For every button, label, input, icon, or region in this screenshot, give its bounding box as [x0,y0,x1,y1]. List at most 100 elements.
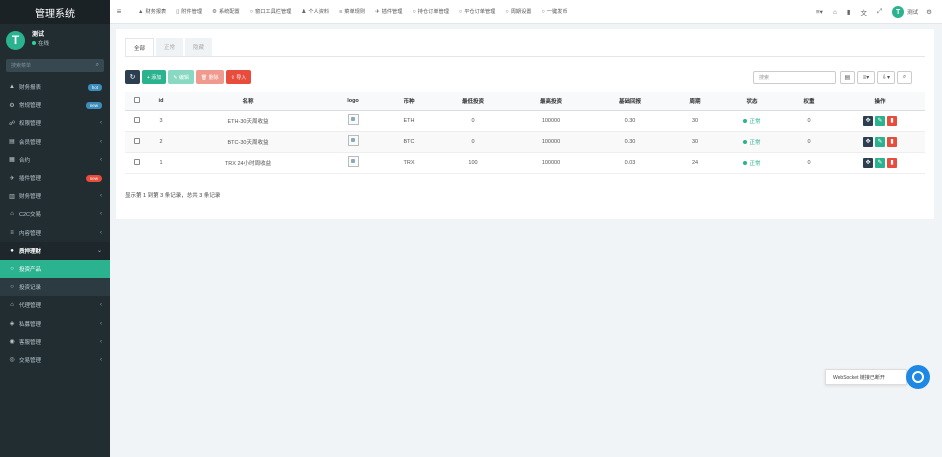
export-button[interactable]: ⇩▾ [877,71,895,84]
table-row[interactable]: 2 BTC-30天周收益 BTC 0 100000 0.30 30 正常 0 ✥… [125,131,925,153]
nav-profile[interactable]: ♟ 个人资料 [301,8,329,16]
search-input[interactable]: 搜索 [753,71,836,84]
sidebar-item-content[interactable]: ≡ 内容管理 ‹ [0,224,110,242]
nav-window-toolbar[interactable]: ○ 窗口工具栏管理 [250,8,292,16]
sidebar-item-general[interactable]: ⚙ 常规管理 new [0,96,110,114]
cell-base-rate: 0.03 [591,152,669,174]
menu-toggle-icon[interactable]: ≡ [110,7,128,16]
sidebar-item-invest-records[interactable]: ○ 投资记录 [0,278,110,297]
sidebar-item-invest-products[interactable]: ○ 投资产品 [0,259,110,279]
sidebar-item-permission[interactable]: ☍ 权限管理 ‹ [0,114,110,132]
col-max-invest[interactable]: 最高投资 [511,92,591,111]
cell-period: 24 [669,152,721,174]
eye-icon: ◎ [9,357,15,364]
select-all-checkbox[interactable] [125,92,149,111]
chevron-left-icon: ‹ [100,138,102,145]
fullscreen-icon[interactable]: ⤢ [877,8,882,16]
translate-icon[interactable]: 文 [860,7,867,17]
nav-period-settings[interactable]: ○ 周期设置 [505,8,531,16]
col-status[interactable]: 状态 [721,92,783,111]
search-icon[interactable]: ⌕ [96,62,99,69]
sidebar-item-label: C2C交易 [19,212,42,219]
sidebar-item-staking[interactable]: ● 质押理财 ⌄ [0,241,110,260]
edit-button[interactable]: ✎ 编辑 [168,70,194,84]
col-min-invest[interactable]: 最低投资 [435,92,511,111]
nav-finance-report[interactable]: ▲ 财务报表 [138,8,166,16]
add-button[interactable]: + 添加 [142,70,167,84]
edit-row-button[interactable]: ✎ [875,157,885,168]
sidebar-item-private[interactable]: ◈ 私募管理 ‹ [0,314,110,332]
sidebar-item-finance-report[interactable]: ▲ 财务报表 hot [0,78,110,96]
file-text-icon: ≡ [10,229,14,236]
col-name[interactable]: 名称 [173,92,323,111]
delete-button[interactable]: 🗑 删除 [195,70,224,84]
sidebar-search-input[interactable]: 搜索菜单 ⌕ [6,59,104,72]
columns-button[interactable]: ≡▾ [857,71,875,84]
nav-attachments[interactable]: ▯ 附件管理 [176,8,203,16]
nav-system-config[interactable]: ⚙ 系统配置 [212,8,240,16]
checkbox[interactable] [134,137,140,144]
chevron-left-icon: ‹ [100,302,102,309]
sidebar-item-trading[interactable]: ◎ 交易管理 ‹ [0,351,110,369]
row-checkbox[interactable] [125,110,149,132]
broken-image-icon [347,114,359,125]
sidebar-item-plugins[interactable]: ✈ 插件管理 new [0,169,110,187]
avatar[interactable]: T [892,6,905,18]
nav-plugins[interactable]: ✈ 插件管理 [375,8,403,16]
status-dot-icon [743,139,748,144]
checkbox[interactable] [134,116,140,123]
sidebar-item-label: 代理管理 [19,303,42,310]
drag-button[interactable]: ✥ [863,136,873,147]
status-text: 正常 [749,160,761,167]
edit-row-button[interactable]: ✎ [875,115,885,126]
delete-row-button[interactable]: ▮ [887,157,897,168]
app-title[interactable]: 管理系统 [0,0,110,24]
cogs-icon[interactable]: ⚙ [926,8,932,16]
col-id[interactable]: id [149,92,173,111]
import-button[interactable]: ⇪ 导入 [225,70,252,84]
sidebar-item-finance[interactable]: ▥ 财务管理 ‹ [0,187,110,205]
col-logo[interactable]: logo [323,92,383,111]
row-checkbox[interactable] [125,131,149,153]
tab-normal[interactable]: 正常 [156,38,184,56]
tab-hidden[interactable]: 隐藏 [185,38,213,56]
tab-all[interactable]: 全部 [125,38,155,56]
top-user-name[interactable]: 测试 [907,8,918,16]
nav-menu-rules[interactable]: ≡ 菜单规则 [339,8,365,16]
drag-button[interactable]: ✥ [863,157,873,168]
sidebar-item-c2c[interactable]: ⌂ C2C交易 ‹ [0,205,110,223]
sidebar-item-agents[interactable]: ⌂ 代理管理 ‹ [0,296,110,314]
col-period[interactable]: 周期 [669,92,721,111]
delete-row-button[interactable]: ▮ [887,115,897,126]
col-coin[interactable]: 币种 [383,92,435,111]
row-checkbox[interactable] [125,152,149,174]
cell-base-rate: 0.30 [591,110,669,132]
nav-label: 附件管理 [181,9,203,15]
nav-open-orders[interactable]: ○ 持仓订单管理 [412,8,448,16]
sidebar-item-contract[interactable]: ▦ 合约 ‹ [0,151,110,169]
refresh-button[interactable]: ↻ [125,70,140,84]
more-menu-icon[interactable]: ≡▾ [816,8,823,16]
edit-row-button[interactable]: ✎ [875,136,885,147]
home-icon: ⌂ [10,302,14,309]
nav-label: 插件管理 [381,9,403,15]
chat-bubble-button[interactable] [906,365,930,389]
col-base-rate[interactable]: 基础回报 [591,92,669,111]
checkbox[interactable] [134,158,140,165]
nav-issue-coin[interactable]: ○ 一键发币 [541,8,567,16]
cell-logo [323,152,383,174]
card-view-button[interactable]: ▤ [840,71,855,84]
sidebar-item-support[interactable]: ◉ 客服管理 ‹ [0,333,110,351]
table-row[interactable]: 3 ETH-30天周收益 ETH 0 100000 0.30 30 正常 0 ✥… [125,110,925,132]
home-icon[interactable]: ⌂ [833,9,837,16]
col-weight[interactable]: 权重 [783,92,835,111]
nav-closed-orders[interactable]: ○ 平仓订单管理 [459,8,495,16]
checkbox[interactable] [134,96,140,103]
drag-button[interactable]: ✥ [863,115,873,126]
trash-icon[interactable]: ▮ [847,8,851,16]
delete-row-button[interactable]: ▮ [887,136,897,147]
table-row[interactable]: 1 TRX 24小时周收益 TRX 100 100000 0.03 24 正常 … [125,152,925,174]
sidebar-item-members[interactable]: ▤ 会员管理 ‹ [0,133,110,151]
advanced-search-button[interactable]: ⌕ [897,71,912,84]
table-icon: ▤ [844,75,851,81]
